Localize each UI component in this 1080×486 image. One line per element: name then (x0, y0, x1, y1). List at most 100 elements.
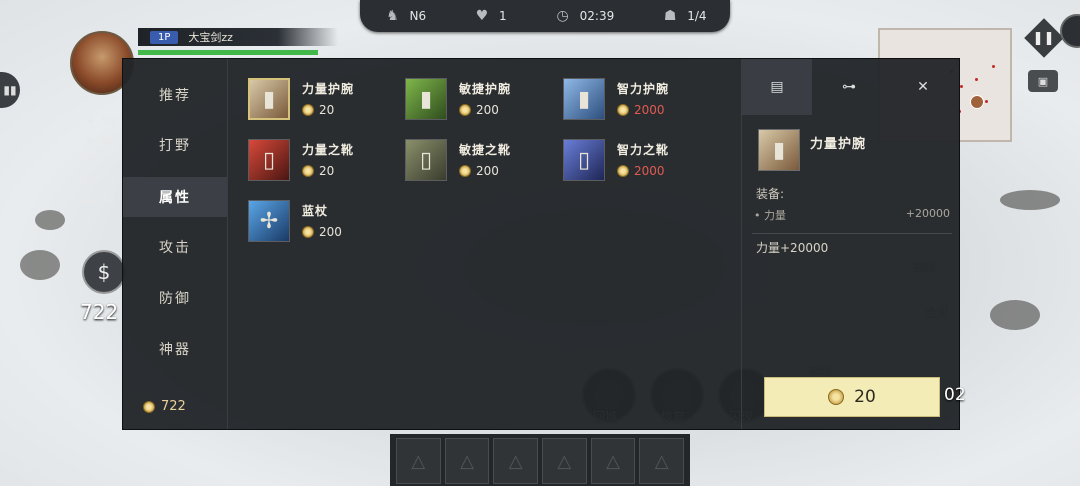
boots-strength-icon: ▯ (248, 139, 290, 181)
minimap-player-icon (970, 95, 984, 109)
bracer-agility-icon: ▮ (405, 78, 447, 120)
inventory-slot[interactable]: △ (493, 438, 539, 484)
buy-button[interactable]: 20 (764, 377, 940, 417)
detail-item-name: 力量护腕 (810, 137, 867, 152)
flame-icon: ▲ (86, 191, 95, 204)
close-button[interactable]: ✕ (888, 59, 958, 115)
hud-deaths-text: 1 (499, 9, 507, 23)
settings-button[interactable] (1060, 14, 1080, 48)
item-detail-pane: ▤ ⊶ ✕ ▮ 力量护腕 装备: • 力量 +20000 力量+20000 20… (741, 59, 966, 429)
item-intellect-bracer[interactable]: ▮ 智力护腕 2000 (563, 78, 713, 128)
minimap-marker (975, 78, 978, 81)
buy-price: 20 (854, 387, 876, 407)
item-price: 2000 (617, 103, 665, 117)
item-agility-bracer[interactable]: ▮ 敏捷护腕 200 (405, 78, 555, 128)
item-price: 200 (459, 103, 499, 117)
record-button[interactable]: ▣ (1028, 70, 1058, 92)
item-name: 力量护腕 (302, 82, 355, 96)
hud-mode: ♞ N6 (383, 7, 426, 25)
item-name: 力量之靴 (302, 143, 355, 157)
stat-row: ✜ 32 (86, 150, 115, 169)
inventory-slot[interactable]: △ (444, 438, 490, 484)
inventory-bar: △ △ △ △ △ △ (390, 434, 690, 486)
hud-deaths: ♥ 1 (473, 7, 507, 25)
detail-description: 力量+20000 (756, 241, 829, 255)
inventory-slot[interactable]: △ (542, 438, 587, 484)
player-namebar: 1P 大宝剑zz (138, 28, 338, 46)
demon-mask-icon: ♞ (386, 8, 399, 24)
snow-rock (35, 210, 65, 230)
category-artifact[interactable]: 神器 (123, 329, 227, 369)
inventory-slot[interactable]: △ (639, 438, 685, 484)
heartbeat-icon: ♥ (475, 8, 489, 24)
money-bag-icon[interactable]: $ (82, 250, 126, 294)
item-name: 敏捷护腕 (459, 82, 512, 96)
item-strength-boots[interactable]: ▯ 力量之靴 20 (248, 139, 398, 189)
shop-panel: 推荐 打野 属性 攻击 防御 神器 722 ▮ 力量护腕 20 ▮ 敏捷护腕 2… (122, 58, 966, 430)
hud-mode-text: N6 (409, 9, 427, 23)
pause-icon: ❚❚ (1033, 30, 1055, 46)
item-price: 200 (459, 164, 499, 178)
player-stats: ✦ 58 ◈ 14 ✜ 32 ✥ 35 ▲ 35 (86, 112, 115, 207)
player-name: 大宝剑zz (188, 31, 233, 44)
blue-staff-icon: ✢ (248, 200, 290, 242)
buy-side-value: 02 (944, 385, 966, 405)
snow-rock (1000, 190, 1060, 210)
item-price: 200 (302, 225, 342, 239)
hud-time-text: 02:39 (579, 9, 615, 23)
snow-rock (990, 300, 1040, 330)
book-icon: ▤ (770, 79, 784, 95)
item-intellect-boots[interactable]: ▯ 智力之靴 2000 (563, 139, 713, 189)
item-name: 智力护腕 (617, 82, 670, 96)
bracer-intellect-icon: ▮ (563, 78, 605, 120)
coin-icon (617, 165, 629, 177)
side-chat-button[interactable]: ▮▮ (0, 72, 20, 108)
item-strength-bracer[interactable]: ▮ 力量护腕 20 (248, 78, 398, 128)
item-price: 2000 (617, 164, 665, 178)
sword-icon: ✦ (86, 115, 96, 128)
stat-row: ▲ 35 (86, 188, 115, 207)
category-recommended[interactable]: 推荐 (123, 75, 227, 115)
crosshair-icon: ✜ (86, 153, 96, 166)
hud-progress-text: 1/4 (687, 9, 707, 23)
minimap-marker (992, 65, 995, 68)
shop-gold-value: 722 (161, 399, 186, 414)
coin-icon (828, 389, 845, 405)
minimap-marker (985, 100, 988, 103)
boot-icon: ✥ (86, 172, 96, 185)
divider (752, 233, 952, 234)
hud-progress: ☗ 1/4 (661, 7, 707, 25)
inventory-slot[interactable]: △ (396, 438, 441, 484)
shield-icon: ◈ (86, 134, 95, 147)
shop-gold: 722 (143, 399, 186, 414)
player-tag: 1P (150, 30, 179, 44)
detail-tabs: ▤ ⊶ ✕ (742, 59, 960, 115)
stat-row: ✦ 58 (86, 112, 115, 131)
coin-icon (143, 400, 155, 413)
category-attributes[interactable]: 属性 (123, 177, 227, 217)
item-name: 敏捷之靴 (459, 143, 512, 157)
item-agility-boots[interactable]: ▯ 敏捷之靴 200 (405, 139, 555, 189)
boss-mask-icon: ☗ (663, 8, 677, 24)
player-health-bar (138, 50, 318, 55)
inventory-slot[interactable]: △ (590, 438, 636, 484)
item-name: 智力之靴 (617, 143, 670, 157)
close-icon: ✕ (917, 79, 929, 95)
category-jungle[interactable]: 打野 (123, 125, 227, 165)
coin-icon (459, 165, 471, 177)
tab-recipe-tree[interactable]: ⊶ (814, 59, 884, 115)
item-blue-staff[interactable]: ✢ 蓝杖 200 (248, 200, 398, 250)
stat-row: ◈ 14 (86, 131, 115, 150)
pause-button[interactable]: ❚❚ (1024, 18, 1064, 58)
coin-icon (302, 104, 314, 116)
item-name: 蓝杖 (302, 204, 329, 218)
detail-stat-name: • 力量 (754, 209, 786, 222)
category-defense[interactable]: 防御 (123, 278, 227, 318)
category-attack[interactable]: 攻击 (123, 227, 227, 267)
bracer-strength-icon: ▮ (758, 129, 800, 171)
tab-info[interactable]: ▤ (742, 59, 812, 115)
detail-stat-row: • 力量 +20000 (754, 207, 950, 223)
detail-equip-label: 装备: (756, 187, 785, 201)
money-value: 722 (80, 300, 119, 324)
clock-icon: ◷ (556, 8, 569, 24)
